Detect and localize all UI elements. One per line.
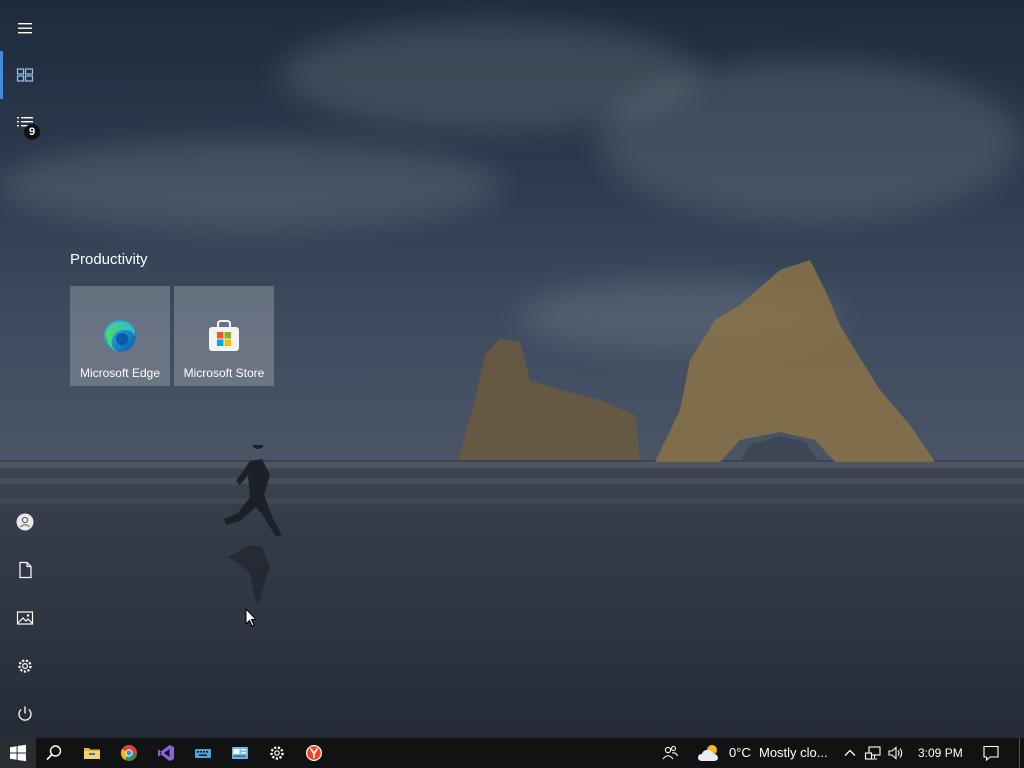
volume-button[interactable] — [885, 738, 907, 768]
hamburger-menu-icon — [18, 23, 32, 34]
weather-condition[interactable]: Mostly clo... — [759, 738, 828, 768]
pictures-button[interactable] — [0, 594, 50, 642]
notifications-icon — [983, 745, 999, 762]
network-icon — [864, 746, 881, 760]
show-hidden-icons-button[interactable] — [840, 738, 860, 768]
tile-microsoft-store[interactable]: Microsoft Store — [174, 286, 274, 386]
pictures-icon — [16, 611, 34, 625]
start-icon — [10, 744, 26, 762]
taskbar-control-panel[interactable] — [222, 738, 258, 768]
weather-temperature[interactable]: 0°C — [729, 738, 751, 768]
tile-label: Microsoft Store — [183, 366, 265, 380]
settings-icon — [18, 659, 32, 673]
taskbar-file-explorer[interactable] — [74, 738, 110, 768]
volume-icon — [888, 746, 903, 760]
taskbar-touch-keyboard[interactable] — [185, 738, 221, 768]
settings-icon — [270, 746, 284, 760]
tile-group-title[interactable]: Productivity — [70, 251, 148, 268]
wallpaper-wave — [0, 498, 1024, 504]
show-desktop-button[interactable] — [1019, 738, 1024, 768]
tiles-button[interactable] — [0, 51, 50, 99]
taskbar-search-button[interactable] — [36, 738, 72, 768]
search-icon — [46, 745, 62, 761]
chrome-icon — [120, 745, 137, 761]
all-apps-button[interactable] — [0, 99, 50, 147]
wallpaper-cloud — [0, 140, 500, 230]
settings-button[interactable] — [0, 642, 50, 690]
taskbar-settings[interactable] — [259, 738, 295, 768]
wallpaper-runner — [224, 445, 282, 605]
all-apps-badge: 9 — [24, 124, 40, 140]
weather-button[interactable] — [690, 738, 730, 768]
network-button[interactable] — [862, 738, 884, 768]
visual-studio-icon — [158, 745, 174, 761]
people-button[interactable] — [652, 738, 688, 768]
taskbar-yandex-browser[interactable] — [296, 738, 332, 768]
power-button[interactable] — [0, 690, 50, 738]
expand-button[interactable] — [0, 4, 50, 52]
mouse-cursor-icon — [245, 608, 257, 627]
start-button[interactable] — [0, 738, 36, 768]
file-explorer-icon — [84, 748, 100, 759]
documents-button[interactable] — [0, 546, 50, 594]
store-icon — [209, 320, 239, 351]
tile-microsoft-edge[interactable]: Microsoft Edge — [70, 286, 170, 386]
touch-keyboard-icon — [195, 749, 211, 758]
account-button[interactable] — [0, 498, 50, 546]
documents-icon — [19, 561, 32, 579]
start-menu-rail: 9 — [0, 0, 50, 738]
edge-icon — [104, 320, 136, 352]
action-center-button[interactable] — [974, 738, 1008, 768]
yandex-browser-icon — [306, 745, 322, 761]
tile-label: Microsoft Edge — [79, 366, 161, 380]
wallpaper-cloud — [600, 60, 1020, 220]
people-icon — [662, 745, 679, 760]
control-panel-icon — [232, 747, 248, 759]
tiles-icon — [16, 68, 34, 82]
account-icon — [16, 513, 34, 531]
weather-cloudy-icon — [698, 745, 718, 761]
power-icon — [18, 706, 32, 721]
taskbar: 0°C Mostly clo... 3:09 PM — [0, 738, 1024, 768]
taskbar-chrome[interactable] — [111, 738, 147, 768]
wallpaper-rocks — [458, 260, 935, 462]
taskbar-clock[interactable]: 3:09 PM — [918, 738, 963, 768]
chevron-up-icon — [844, 749, 856, 756]
taskbar-visual-studio[interactable] — [148, 738, 184, 768]
